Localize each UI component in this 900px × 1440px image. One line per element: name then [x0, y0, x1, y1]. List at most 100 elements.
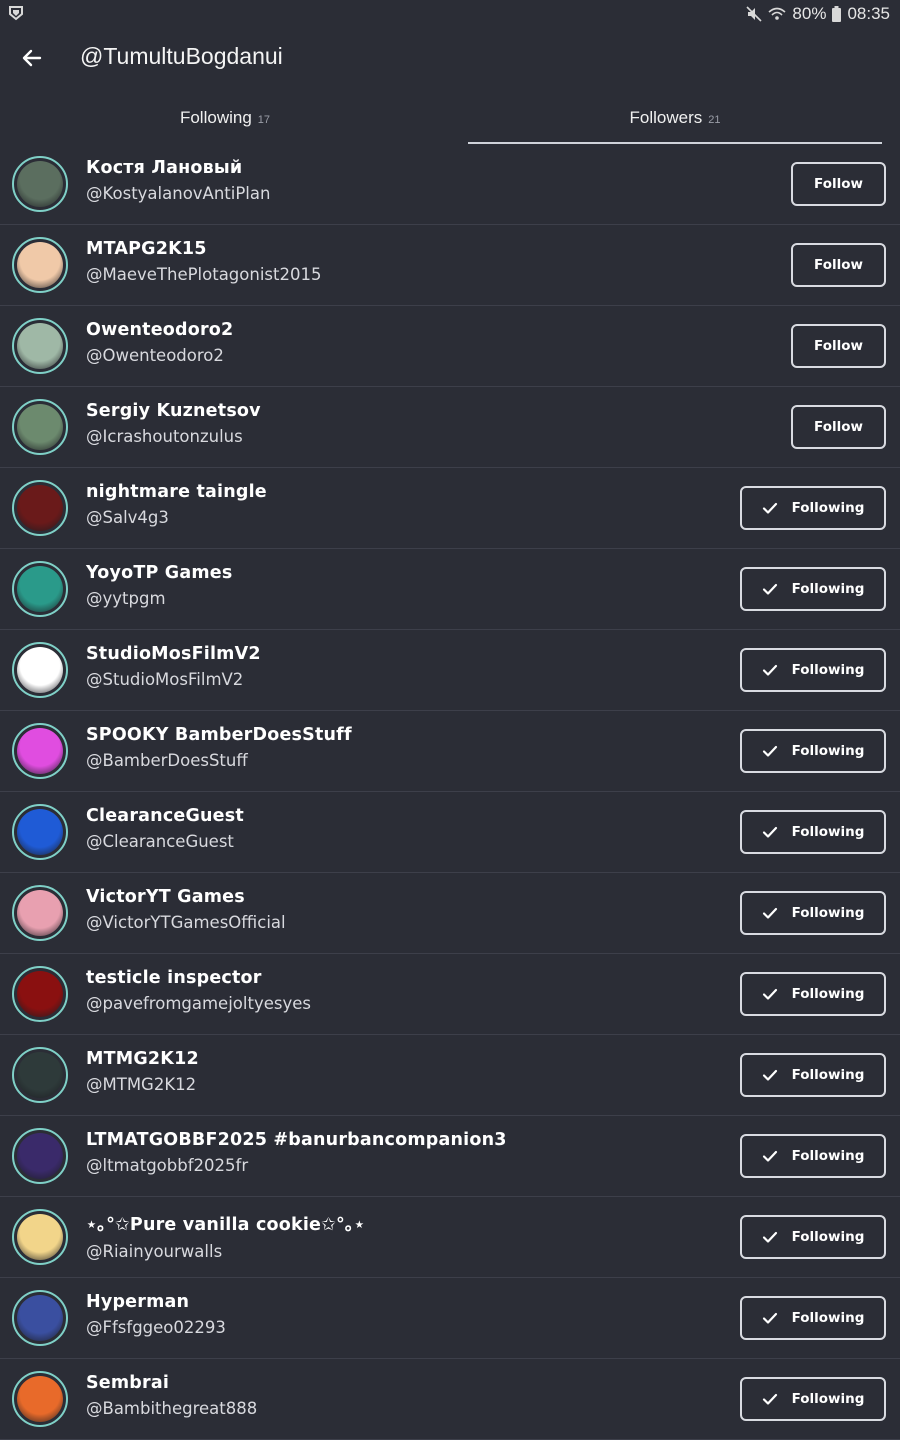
tab-followers[interactable]: Followers 21: [450, 92, 900, 144]
following-button[interactable]: Following: [740, 1377, 886, 1421]
button-label: Follow: [814, 419, 863, 435]
user-avatar[interactable]: [12, 966, 68, 1022]
user-info: MTAPG2K15 @MaeveThePlotagonist2015: [86, 239, 321, 284]
user-row[interactable]: Owenteodoro2 @Owenteodoro2 Follow: [0, 306, 900, 387]
top-app-bar: @TumultuBogdanui: [0, 28, 900, 92]
following-button[interactable]: Following: [740, 1296, 886, 1340]
user-handle: @StudioMosFilmV2: [86, 670, 244, 689]
user-handle: @Owenteodoro2: [86, 346, 224, 365]
user-display-name: MTMG2K12: [86, 1049, 199, 1069]
following-button[interactable]: Following: [740, 486, 886, 530]
avatar-image: [17, 1052, 63, 1098]
user-row[interactable]: ⋆｡°✩Pure vanilla cookie✩°｡⋆ @Riainyourwal…: [0, 1197, 900, 1278]
user-info: Hyperman @Ffsfggeo02293: [86, 1292, 226, 1337]
button-label: Following: [791, 1148, 865, 1164]
following-button[interactable]: Following: [740, 1215, 886, 1259]
user-avatar[interactable]: [12, 1209, 68, 1265]
followers-list: Костя Лановый @KostyalanovAntiPlan Follow M…: [0, 144, 900, 1440]
follow-button[interactable]: Follow: [791, 324, 886, 368]
user-handle: @Bambithegreat888: [86, 1399, 258, 1418]
user-info: Sembrai @Bambithegreat888: [86, 1373, 257, 1418]
avatar-image: [17, 404, 63, 450]
user-avatar[interactable]: [12, 642, 68, 698]
battery-percent: 80%: [792, 4, 827, 23]
user-handle: @ltmatgobbf2025fr: [86, 1156, 249, 1175]
user-row[interactable]: nightmare taingle @Salv4g3 Following: [0, 468, 900, 549]
user-row[interactable]: Sergiy Kuznetsov @Icrashoutonzulus Follow: [0, 387, 900, 468]
tab-following[interactable]: Following 17: [0, 92, 450, 144]
following-button[interactable]: Following: [740, 648, 886, 692]
tab-followers-label: Followers: [629, 108, 703, 127]
user-avatar[interactable]: [12, 804, 68, 860]
user-row[interactable]: MTMG2K12 @MTMG2K12 Following: [0, 1035, 900, 1116]
user-row[interactable]: Sembrai @Bambithegreat888 Following: [0, 1359, 900, 1440]
user-row[interactable]: Костя Лановый @KostyalanovAntiPlan Follow: [0, 144, 900, 225]
user-row[interactable]: SPOOKY BamberDoesStuff @BamberDoesStuff Fo…: [0, 711, 900, 792]
following-button[interactable]: Following: [740, 567, 886, 611]
user-avatar[interactable]: [12, 885, 68, 941]
follow-button[interactable]: Follow: [791, 243, 886, 287]
check-icon: [762, 826, 777, 838]
following-button[interactable]: Following: [740, 972, 886, 1016]
tab-following-count: 17: [257, 114, 271, 126]
user-display-name: ⋆｡°✩Pure vanilla cookie✩°｡⋆: [86, 1215, 366, 1235]
user-info: StudioMosFilmV2 @StudioMosFilmV2: [86, 644, 261, 689]
user-display-name: testicle inspector: [86, 968, 262, 988]
user-info: testicle inspector @pavefromgamejoltyesye…: [86, 968, 311, 1013]
button-label: Following: [791, 1391, 865, 1407]
back-arrow-icon[interactable]: [20, 46, 44, 70]
user-display-name: YoyoTP Games: [86, 563, 233, 583]
user-handle: @Icrashoutonzulus: [86, 427, 243, 446]
status-bar: 80% 08:35: [0, 0, 900, 28]
user-avatar[interactable]: [12, 156, 68, 212]
button-label: Following: [791, 1229, 865, 1245]
button-label: Following: [791, 581, 865, 597]
user-info: nightmare taingle @Salv4g3: [86, 482, 267, 527]
user-row[interactable]: VictorYT Games @VictorYTGamesOfficial Foll…: [0, 873, 900, 954]
avatar-image: [17, 647, 63, 693]
following-button[interactable]: Following: [740, 810, 886, 854]
page-title: @TumultuBogdanui: [80, 43, 283, 69]
user-row[interactable]: StudioMosFilmV2 @StudioMosFilmV2 Following: [0, 630, 900, 711]
user-avatar[interactable]: [12, 1290, 68, 1346]
user-avatar[interactable]: [12, 1371, 68, 1427]
user-handle: @VictorYTGamesOfficial: [86, 913, 286, 932]
user-avatar[interactable]: [12, 1047, 68, 1103]
user-avatar[interactable]: [12, 399, 68, 455]
user-info: Owenteodoro2 @Owenteodoro2: [86, 320, 233, 365]
user-handle: @Riainyourwalls: [86, 1242, 223, 1261]
user-avatar[interactable]: [12, 237, 68, 293]
check-icon: [762, 907, 777, 919]
user-row[interactable]: Hyperman @Ffsfggeo02293 Following: [0, 1278, 900, 1359]
user-avatar[interactable]: [12, 561, 68, 617]
user-row[interactable]: LTMATGOBBF2025 #banurbancompanion3 @ltmat…: [0, 1116, 900, 1197]
following-button[interactable]: Following: [740, 891, 886, 935]
check-icon: [762, 1312, 777, 1324]
button-label: Following: [791, 1310, 865, 1326]
user-handle: @BamberDoesStuff: [86, 751, 248, 770]
follow-button[interactable]: Follow: [791, 405, 886, 449]
button-label: Follow: [814, 338, 863, 354]
user-avatar[interactable]: [12, 1128, 68, 1184]
user-handle: @pavefromgamejoltyesyes: [86, 994, 311, 1013]
avatar-image: [17, 566, 63, 612]
avatar-image: [17, 809, 63, 855]
check-icon: [762, 1393, 777, 1405]
user-display-name: StudioMosFilmV2: [86, 644, 261, 664]
user-display-name: Sergiy Kuznetsov: [86, 401, 261, 421]
following-button[interactable]: Following: [740, 1134, 886, 1178]
user-row[interactable]: testicle inspector @pavefromgamejoltyesye…: [0, 954, 900, 1035]
avatar-image: [17, 1133, 63, 1179]
following-button[interactable]: Following: [740, 729, 886, 773]
user-avatar[interactable]: [12, 480, 68, 536]
user-info: VictorYT Games @VictorYTGamesOfficial: [86, 887, 286, 932]
user-avatar[interactable]: [12, 723, 68, 779]
user-row[interactable]: ClearanceGuest @ClearanceGuest Following: [0, 792, 900, 873]
user-handle: @ClearanceGuest: [86, 832, 234, 851]
follow-button[interactable]: Follow: [791, 162, 886, 206]
following-button[interactable]: Following: [740, 1053, 886, 1097]
user-row[interactable]: MTAPG2K15 @MaeveThePlotagonist2015 Follow: [0, 225, 900, 306]
user-avatar[interactable]: [12, 318, 68, 374]
user-row[interactable]: YoyoTP Games @yytpgm Following: [0, 549, 900, 630]
user-display-name: nightmare taingle: [86, 482, 267, 502]
